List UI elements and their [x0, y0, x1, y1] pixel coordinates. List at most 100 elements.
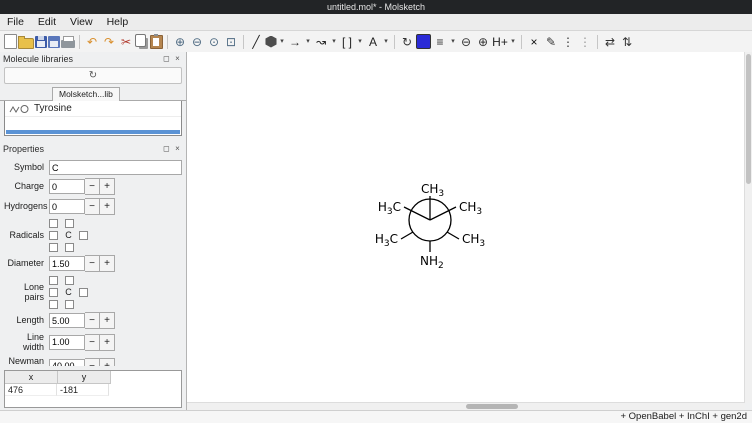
bracket-dropdown-icon[interactable]: ▾: [356, 33, 364, 50]
lone-pair-checkbox[interactable]: [65, 300, 74, 309]
lone-pair-add-icon[interactable]: ⋮: [560, 33, 576, 50]
zoom-in-icon[interactable]: ⊕: [172, 33, 188, 50]
hydrogens-input[interactable]: [49, 199, 85, 214]
atom-label-lower-right[interactable]: CH3: [462, 232, 485, 249]
new-document-icon[interactable]: [4, 34, 17, 49]
mechanism-arrow-tool-icon[interactable]: ↝: [313, 33, 329, 50]
charge-minus-icon[interactable]: ⊖: [458, 33, 474, 50]
ring-dropdown-icon[interactable]: ▾: [278, 33, 286, 50]
zoom-fit-icon[interactable]: ⊡: [223, 33, 239, 50]
newman-diameter-label: Newman diameter: [4, 356, 44, 366]
line-width-input[interactable]: [49, 335, 85, 350]
menu-file[interactable]: File: [0, 14, 31, 30]
reaction-arrow-dropdown-icon[interactable]: ▾: [304, 33, 312, 50]
menu-edit[interactable]: Edit: [31, 14, 63, 30]
text-tool-icon[interactable]: A: [365, 33, 381, 50]
library-float-button[interactable]: ◻: [161, 53, 172, 64]
horizontal-scrollbar-thumb[interactable]: [466, 404, 518, 409]
coordinate-x-cell[interactable]: 476: [5, 384, 57, 396]
flip-vertical-icon[interactable]: ⇅: [619, 33, 635, 50]
radical-checkbox[interactable]: [65, 243, 74, 252]
lone-pair-checkbox[interactable]: [79, 288, 88, 297]
menu-view[interactable]: View: [63, 14, 100, 30]
hydrogen-tool-icon[interactable]: H+: [492, 33, 508, 50]
rotate-tool-icon[interactable]: ↻: [399, 33, 415, 50]
copy-icon[interactable]: [135, 34, 146, 47]
zoom-out-icon[interactable]: ⊖: [189, 33, 205, 50]
atom-label-bottom[interactable]: NH2: [420, 254, 444, 271]
atom-label-upper-left[interactable]: H3C: [378, 200, 401, 217]
properties-float-button[interactable]: ◻: [161, 143, 172, 154]
lone-pair-checkbox[interactable]: [49, 288, 58, 297]
hydrogens-increase-button[interactable]: +: [100, 198, 115, 215]
draw-tool-icon[interactable]: ╱: [248, 33, 264, 50]
list-item-tyrosine[interactable]: Tyrosine: [5, 101, 181, 117]
open-file-icon[interactable]: [18, 38, 34, 49]
atom-label-upper-right[interactable]: CH3: [459, 200, 482, 217]
zoom-original-icon[interactable]: ⊙: [206, 33, 222, 50]
vertical-scrollbar-thumb[interactable]: [746, 54, 751, 184]
diameter-increase-button[interactable]: +: [100, 255, 115, 272]
radical-checkbox[interactable]: [79, 231, 88, 240]
length-increase-button[interactable]: +: [100, 312, 115, 329]
save-icon[interactable]: [35, 36, 47, 48]
charge-input[interactable]: [49, 179, 85, 194]
atom-label-top[interactable]: CH3: [421, 182, 444, 199]
charge-increase-button[interactable]: +: [100, 178, 115, 195]
radical-checkbox[interactable]: [49, 243, 58, 252]
hydrogens-decrease-button[interactable]: −: [85, 198, 100, 215]
molecule-library-list[interactable]: Tyrosine: [4, 101, 182, 136]
mechanism-arrow-dropdown-icon[interactable]: ▾: [330, 33, 338, 50]
radical-checkbox[interactable]: [49, 231, 58, 240]
lone-pair-checkbox[interactable]: [65, 276, 74, 285]
menu-help[interactable]: Help: [100, 14, 136, 30]
line-width-dropdown-icon[interactable]: ▾: [449, 33, 457, 50]
lone-pair-remove-icon[interactable]: ⋮: [577, 33, 593, 50]
paste-icon[interactable]: [150, 35, 163, 49]
line-width-increase-button[interactable]: +: [100, 334, 115, 351]
length-input[interactable]: [49, 313, 85, 328]
newman-diameter-increase-button[interactable]: +: [100, 358, 115, 366]
newman-diameter-decrease-button[interactable]: −: [85, 358, 100, 366]
reload-libraries-button[interactable]: ↻: [4, 67, 182, 84]
atom-label-lower-left[interactable]: H3C: [375, 232, 398, 249]
line-width-icon[interactable]: ≡: [432, 33, 448, 50]
diameter-decrease-button[interactable]: −: [85, 255, 100, 272]
horizontal-scrollbar[interactable]: [187, 402, 745, 410]
charge-decrease-button[interactable]: −: [85, 178, 100, 195]
coordinates-data-row: 476 -181: [5, 384, 181, 396]
coordinate-y-cell[interactable]: -181: [57, 384, 109, 396]
newman-diameter-input[interactable]: [49, 359, 85, 366]
library-tab-molsketch-lib[interactable]: Molsketch...lib: [52, 87, 120, 102]
properties-close-button[interactable]: ×: [172, 143, 183, 154]
line-width-decrease-button[interactable]: −: [85, 334, 100, 351]
redo-icon[interactable]: ↷: [101, 33, 117, 50]
lone-pair-checkbox[interactable]: [49, 276, 58, 285]
lone-pair-checkbox[interactable]: [49, 300, 58, 309]
library-close-button[interactable]: ×: [172, 53, 183, 64]
toolbar-separator: [243, 35, 244, 49]
bracket-tool-icon[interactable]: [ ]: [339, 33, 355, 50]
diameter-input[interactable]: [49, 256, 85, 271]
undo-icon[interactable]: ↶: [84, 33, 100, 50]
print-icon[interactable]: [61, 40, 75, 48]
flip-horizontal-icon[interactable]: ⇄: [602, 33, 618, 50]
radical-checkbox[interactable]: [65, 219, 74, 228]
drawing-canvas[interactable]: CH3 H3C CH3 H3C CH3 NH2: [187, 52, 745, 403]
charge-plus-icon[interactable]: ⊕: [475, 33, 491, 50]
cut-icon[interactable]: ✂: [118, 33, 134, 50]
ring-tool-icon[interactable]: [265, 36, 277, 48]
save-as-icon[interactable]: [48, 36, 60, 48]
symbol-input[interactable]: [49, 160, 182, 175]
edit-tool-icon[interactable]: ✎: [543, 33, 559, 50]
hydrogen-dropdown-icon[interactable]: ▾: [509, 33, 517, 50]
radical-checkbox[interactable]: [49, 219, 58, 228]
newman-bonds[interactable]: [401, 196, 459, 252]
vertical-scrollbar[interactable]: [744, 52, 752, 403]
newman-projection-molecule[interactable]: CH3 H3C CH3 H3C CH3 NH2: [310, 152, 550, 282]
delete-tool-icon[interactable]: ×: [526, 33, 542, 50]
length-decrease-button[interactable]: −: [85, 312, 100, 329]
color-swatch[interactable]: [416, 34, 431, 49]
reaction-arrow-tool-icon[interactable]: →: [287, 33, 303, 50]
text-dropdown-icon[interactable]: ▾: [382, 33, 390, 50]
